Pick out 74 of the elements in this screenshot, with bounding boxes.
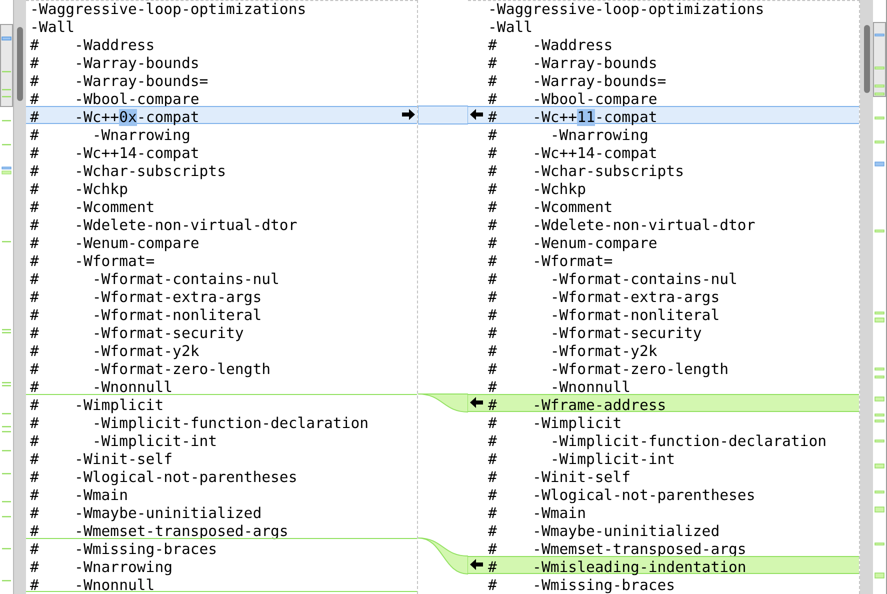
code-line: # -Wc++14-compat: [488, 145, 658, 162]
code-line: # -Winit-self: [488, 469, 631, 486]
code-line: -Wall: [488, 19, 533, 36]
code-line: # -Wformat-nonliteral: [30, 307, 262, 324]
code-line: # -Wenum-compare: [488, 235, 658, 252]
code-line: # -Wformat-zero-length: [30, 361, 271, 378]
code-line: # -Wc++0x-compat: [30, 109, 200, 126]
code-line: # -Wlogical-not-parentheses: [30, 469, 298, 486]
scrollbar-thumb[interactable]: [17, 27, 23, 101]
code-line: # -Wchkp: [30, 181, 128, 198]
code-line: # -Wformat-extra-args: [488, 289, 720, 306]
code-line: # -Wformat-contains-nul: [30, 271, 280, 288]
code-line: # -Wnonnull: [488, 379, 631, 396]
code-line: # -Wformat-security: [488, 325, 702, 342]
code-line: # -Wnarrowing: [488, 127, 648, 144]
code-line: # -Wchkp: [488, 181, 586, 198]
code-line: # -Wchar-subscripts: [30, 163, 226, 180]
scrollbar[interactable]: [13, 0, 26, 594]
code-line: # -Wframe-address: [488, 397, 666, 414]
scrollbar-thumb[interactable]: [864, 25, 870, 93]
code-line: # -Wmisleading-indentation: [488, 559, 746, 576]
code-line: -Waggressive-loop-optimizations: [488, 1, 764, 18]
code-line: # -Wmaybe-uninitialized: [30, 505, 262, 522]
code-line: # -Wcomment: [488, 199, 613, 216]
code-line: # -Wimplicit: [488, 415, 622, 432]
code-line: # -Wmain: [30, 487, 128, 504]
code-line: # -Wmemset-transposed-args: [488, 541, 746, 558]
left-arrow-icon[interactable]: [470, 397, 483, 408]
code-line: # -Wdelete-non-virtual-dtor: [488, 217, 756, 234]
code-line: # -Wnarrowing: [30, 559, 173, 576]
code-line: # -Wimplicit-function-declaration: [488, 433, 827, 450]
code-line: # -Wnarrowing: [30, 127, 190, 144]
code-line: # -Wimplicit: [30, 397, 164, 414]
code-line: # -Wnonnull: [30, 379, 173, 396]
code-line: # -Wnonnull: [30, 577, 155, 594]
code-line: # -Wformat-extra-args: [30, 289, 262, 306]
code-line: # -Wformat-contains-nul: [488, 271, 738, 288]
code-line: # -Wformat=: [30, 253, 155, 270]
code-line: # -Wformat-y2k: [488, 343, 658, 360]
code-line: # -Wimplicit-int: [488, 451, 676, 468]
left-arrow-icon[interactable]: [470, 559, 483, 570]
code-line: # -Wimplicit-function-declaration: [30, 415, 369, 432]
code-line: # -Wmissing-braces: [488, 577, 676, 594]
code-line: # -Wformat-y2k: [30, 343, 200, 360]
code-line: # -Wmaybe-uninitialized: [488, 523, 720, 540]
code-line: -Wall: [30, 19, 75, 36]
code-line: # -Wbool-compare: [488, 91, 658, 108]
code-line: # -Wformat-nonliteral: [488, 307, 720, 324]
code-line: # -Wformat=: [488, 253, 613, 270]
code-line: # -Wformat-security: [30, 325, 244, 342]
code-line: # -Warray-bounds=: [488, 73, 666, 90]
code-line: # -Wbool-compare: [30, 91, 200, 108]
code-line: # -Wchar-subscripts: [488, 163, 684, 180]
code-line: # -Wcomment: [30, 199, 155, 216]
code-line: # -Waddress: [30, 37, 155, 54]
right-arrow-icon[interactable]: [402, 109, 415, 120]
code-line: # -Wlogical-not-parentheses: [488, 487, 756, 504]
code-line: # -Wmissing-braces: [30, 541, 218, 558]
code-line: # -Warray-bounds: [488, 55, 658, 72]
code-line: # -Waddress: [488, 37, 613, 54]
code-line: # -Wmemset-transposed-args: [30, 523, 288, 540]
left-arrow-icon[interactable]: [470, 109, 483, 120]
code-line: # -Warray-bounds=: [30, 73, 208, 90]
code-line: -Waggressive-loop-optimizations: [30, 1, 306, 18]
code-line: # -Wc++14-compat: [30, 145, 200, 162]
code-line: # -Wdelete-non-virtual-dtor: [30, 217, 298, 234]
code-line: # -Wc++11-compat: [488, 109, 658, 126]
code-line: # -Winit-self: [30, 451, 173, 468]
code-line: # -Wenum-compare: [30, 235, 200, 252]
code-line: # -Warray-bounds: [30, 55, 200, 72]
scrollbar[interactable]: [860, 0, 873, 594]
code-line: # -Wimplicit-int: [30, 433, 218, 450]
code-line: # -Wformat-zero-length: [488, 361, 729, 378]
code-line: # -Wmain: [488, 505, 586, 522]
